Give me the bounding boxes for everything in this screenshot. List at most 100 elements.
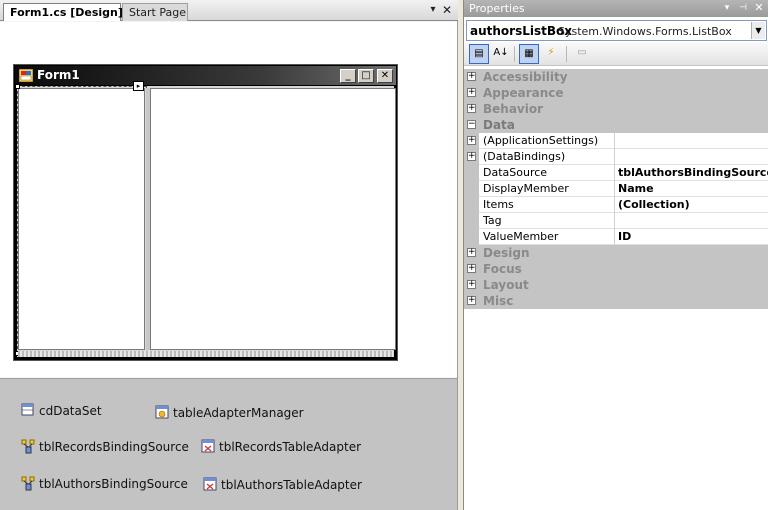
alphabetical-sort-button[interactable]: A↓ bbox=[491, 44, 511, 64]
tab-list-dropdown-icon[interactable]: ▾ bbox=[427, 4, 439, 16]
category-label: Appearance bbox=[483, 86, 564, 100]
property-row-datasource[interactable]: DataSource tblAuthorsBindingSource bbox=[464, 165, 768, 181]
form-minimize-button[interactable]: _ bbox=[340, 69, 356, 83]
tray-item-cddataset[interactable]: cdDataSet bbox=[21, 403, 102, 418]
category-design[interactable]: + Design bbox=[464, 245, 768, 261]
properties-toolbar: ▤ A↓ ▦ ⚡ ▭ bbox=[464, 42, 768, 66]
designer-pane: Form1.cs [Design]* Start Page ▾ ✕ Form1 … bbox=[0, 0, 458, 510]
form1-client-area[interactable]: ▸ bbox=[15, 81, 396, 357]
property-value[interactable]: Name bbox=[618, 182, 654, 195]
properties-header[interactable]: Properties ▾ ⊣ ✕ bbox=[464, 0, 768, 17]
property-name: ValueMember bbox=[483, 230, 559, 243]
property-value[interactable]: tblAuthorsBindingSource bbox=[618, 166, 768, 179]
category-data[interactable]: − Data bbox=[464, 117, 768, 133]
row-gutter bbox=[464, 229, 479, 245]
expand-icon[interactable]: + bbox=[467, 88, 476, 97]
tab-close-icon[interactable]: ✕ bbox=[441, 4, 453, 16]
tray-item-tableadaptermanager[interactable]: tableAdapterManager bbox=[155, 405, 304, 420]
window-position-dropdown-icon[interactable]: ▾ bbox=[721, 2, 733, 14]
tray-item-tblauthorsbindingsource[interactable]: tblAuthorsBindingSource bbox=[21, 476, 188, 491]
property-row-databindings[interactable]: + (DataBindings) bbox=[464, 149, 768, 165]
category-behavior[interactable]: + Behavior bbox=[464, 101, 768, 117]
column-divider bbox=[614, 149, 615, 165]
collapse-icon[interactable]: − bbox=[467, 120, 476, 129]
smart-tag-icon[interactable]: ▸ bbox=[133, 81, 144, 91]
expand-icon[interactable]: + bbox=[467, 152, 476, 161]
tab-form1-design[interactable]: Form1.cs [Design]* bbox=[3, 3, 129, 21]
category-label: Focus bbox=[483, 262, 522, 276]
table-adapter-manager-icon bbox=[155, 405, 169, 419]
row-gutter bbox=[464, 165, 479, 181]
records-listbox[interactable] bbox=[150, 88, 396, 350]
document-tabstrip: Form1.cs [Design]* Start Page ▾ ✕ bbox=[0, 0, 458, 21]
property-name: DataSource bbox=[483, 166, 548, 179]
row-gutter bbox=[464, 181, 479, 197]
property-name: (ApplicationSettings) bbox=[483, 134, 599, 147]
design-surface[interactable]: Form1 _ □ ✕ ▸ bbox=[0, 22, 457, 377]
binding-source-icon bbox=[21, 439, 35, 454]
property-row-tag[interactable]: Tag bbox=[464, 213, 768, 229]
properties-view-button[interactable]: ▦ bbox=[519, 44, 539, 64]
form-close-button[interactable]: ✕ bbox=[377, 69, 393, 83]
object-selector-combobox[interactable]: authorsListBox System.Windows.Forms.List… bbox=[466, 20, 767, 41]
category-focus[interactable]: + Focus bbox=[464, 261, 768, 277]
property-pages-button[interactable]: ▭ bbox=[572, 44, 592, 64]
row-gutter bbox=[464, 213, 479, 229]
property-grid-empty-area bbox=[464, 310, 768, 510]
property-name: Tag bbox=[483, 214, 502, 227]
tray-item-label: tblRecordsBindingSource bbox=[39, 439, 189, 454]
toolbar-separator bbox=[514, 46, 515, 62]
events-view-button[interactable]: ⚡ bbox=[541, 44, 561, 64]
tray-item-tblrecordstableadapter[interactable]: tblRecordsTableAdapter bbox=[201, 439, 361, 454]
properties-close-icon[interactable]: ✕ bbox=[753, 2, 765, 14]
tray-item-label: tableAdapterManager bbox=[173, 405, 304, 420]
category-appearance[interactable]: + Appearance bbox=[464, 85, 768, 101]
category-label: Behavior bbox=[483, 102, 544, 116]
expand-icon[interactable]: + bbox=[467, 280, 476, 289]
property-row-items[interactable]: Items (Collection) bbox=[464, 197, 768, 213]
selected-object-type: System.Windows.Forms.ListBox bbox=[558, 25, 732, 38]
tray-item-label: cdDataSet bbox=[39, 403, 102, 418]
form-maximize-button[interactable]: □ bbox=[358, 69, 374, 83]
property-row-displaymember[interactable]: DisplayMember Name bbox=[464, 181, 768, 197]
expand-icon[interactable]: + bbox=[467, 296, 476, 305]
resize-handle[interactable] bbox=[15, 84, 20, 89]
categorized-view-button[interactable]: ▤ bbox=[469, 44, 489, 64]
property-row-valuemember[interactable]: ValueMember ID bbox=[464, 229, 768, 245]
category-label: Misc bbox=[483, 294, 514, 308]
binding-source-icon bbox=[21, 476, 35, 491]
expand-icon[interactable]: + bbox=[467, 264, 476, 273]
auto-hide-pin-icon[interactable]: ⊣ bbox=[737, 2, 749, 14]
column-divider bbox=[614, 165, 615, 181]
category-label: Accessibility bbox=[483, 70, 568, 84]
form1-title: Form1 bbox=[37, 68, 80, 82]
tab-start-page[interactable]: Start Page bbox=[122, 3, 188, 21]
column-divider bbox=[614, 197, 615, 213]
category-label: Data bbox=[483, 118, 515, 132]
category-accessibility[interactable]: + Accessibility bbox=[464, 69, 768, 85]
properties-title: Properties bbox=[469, 2, 525, 15]
table-adapter-icon bbox=[203, 477, 217, 491]
property-row-applicationsettings[interactable]: + (ApplicationSettings) bbox=[464, 133, 768, 149]
chevron-down-icon[interactable]: ▼ bbox=[751, 22, 765, 39]
property-grid: + Accessibility + Appearance + Behavior … bbox=[464, 69, 768, 309]
form1-window[interactable]: Form1 _ □ ✕ ▸ bbox=[13, 64, 398, 361]
form1-titlebar[interactable]: Form1 _ □ ✕ bbox=[15, 66, 396, 85]
expand-icon[interactable]: + bbox=[467, 104, 476, 113]
property-name: (DataBindings) bbox=[483, 150, 566, 163]
expand-icon[interactable]: + bbox=[467, 248, 476, 257]
property-value[interactable]: (Collection) bbox=[618, 198, 690, 211]
column-divider bbox=[614, 133, 615, 149]
selected-object-name: authorsListBox bbox=[470, 24, 572, 38]
property-value[interactable]: ID bbox=[618, 230, 631, 243]
tray-item-tblauthorstableadapter[interactable]: tblAuthorsTableAdapter bbox=[203, 477, 362, 492]
category-misc[interactable]: + Misc bbox=[464, 293, 768, 309]
expand-icon[interactable]: + bbox=[467, 136, 476, 145]
expand-icon[interactable]: + bbox=[467, 72, 476, 81]
tray-item-tblrecordsbindingsource[interactable]: tblRecordsBindingSource bbox=[21, 439, 189, 454]
category-layout[interactable]: + Layout bbox=[464, 277, 768, 293]
tray-item-label: tblRecordsTableAdapter bbox=[219, 439, 362, 454]
column-divider bbox=[614, 213, 615, 229]
form-icon bbox=[19, 69, 33, 82]
properties-window: Properties ▾ ⊣ ✕ authorsListBox System.W… bbox=[463, 0, 768, 510]
